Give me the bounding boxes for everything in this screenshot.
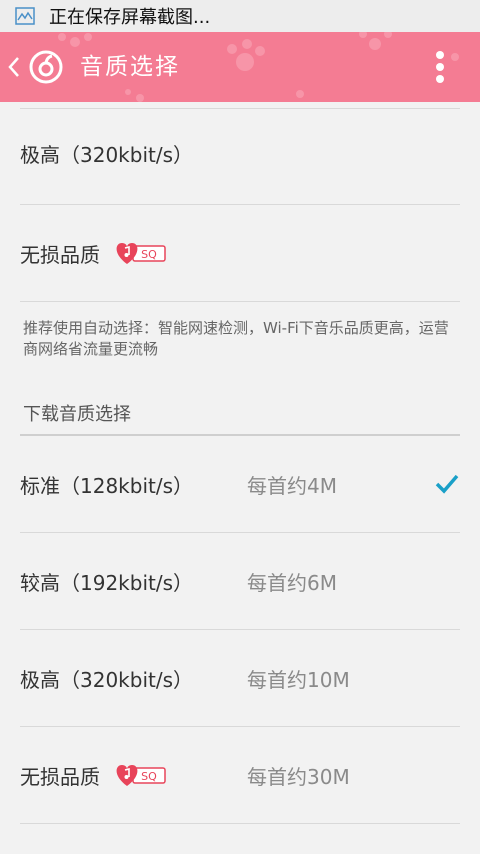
paw-pattern	[58, 32, 459, 102]
download-quality-option[interactable]: 无损品质 SQ 每首约30M	[20, 727, 460, 824]
more-vert-icon	[436, 51, 444, 83]
svg-text:SQ: SQ	[141, 770, 157, 783]
download-quality-option[interactable]: 标准（128kbit/s） 每首约4M	[20, 436, 460, 533]
quality-list: 极高（320kbit/s） 无损品质 SQ 推荐使用自动选择：智能网速检测，Wi…	[0, 102, 480, 824]
quality-hint: 推荐使用自动选择：智能网速检测，Wi-Fi下音乐品质更高，运营商网络省流量更流畅	[23, 319, 449, 358]
option-label: 极高（320kbit/s）	[20, 142, 194, 167]
sq-badge: SQ	[115, 240, 167, 266]
svg-text:SQ: SQ	[141, 248, 157, 261]
download-quality-option[interactable]: 极高（320kbit/s） 每首约10M	[20, 630, 460, 727]
screenshot-icon	[15, 7, 35, 25]
option-size: 每首约10M	[247, 667, 350, 692]
option-label: 无损品质 SQ	[20, 761, 167, 790]
option-label: 标准（128kbit/s）	[20, 473, 194, 498]
play-quality-option[interactable]: 极高（320kbit/s）	[20, 102, 460, 205]
option-label-text: 无损品质	[20, 242, 100, 267]
option-label-text: 无损品质	[20, 764, 100, 789]
option-label: 无损品质 SQ	[20, 239, 167, 268]
download-section-title: 下载音质选择	[20, 378, 460, 436]
back-button[interactable]	[0, 32, 28, 102]
sq-badge: SQ	[115, 762, 167, 788]
option-size: 每首约4M	[247, 473, 337, 498]
status-bar: 正在保存屏幕截图...	[0, 0, 480, 32]
check-icon	[435, 474, 459, 494]
more-menu-button[interactable]	[422, 44, 458, 90]
app-header: 音质选择	[0, 32, 480, 102]
option-label: 较高（192kbit/s）	[20, 570, 194, 595]
app-logo-icon	[29, 50, 63, 84]
option-label: 极高（320kbit/s）	[20, 667, 194, 692]
page-title: 音质选择	[80, 54, 180, 80]
option-size: 每首约30M	[247, 764, 350, 789]
sq-heart-icon: SQ	[116, 243, 166, 264]
chevron-left-icon	[8, 57, 19, 77]
download-quality-option[interactable]: 较高（192kbit/s） 每首约6M	[20, 533, 460, 630]
option-size: 每首约6M	[247, 570, 337, 595]
sq-heart-icon: SQ	[116, 765, 166, 786]
notification-text: 正在保存屏幕截图...	[49, 7, 211, 28]
play-quality-option[interactable]: 无损品质 SQ	[20, 205, 460, 302]
